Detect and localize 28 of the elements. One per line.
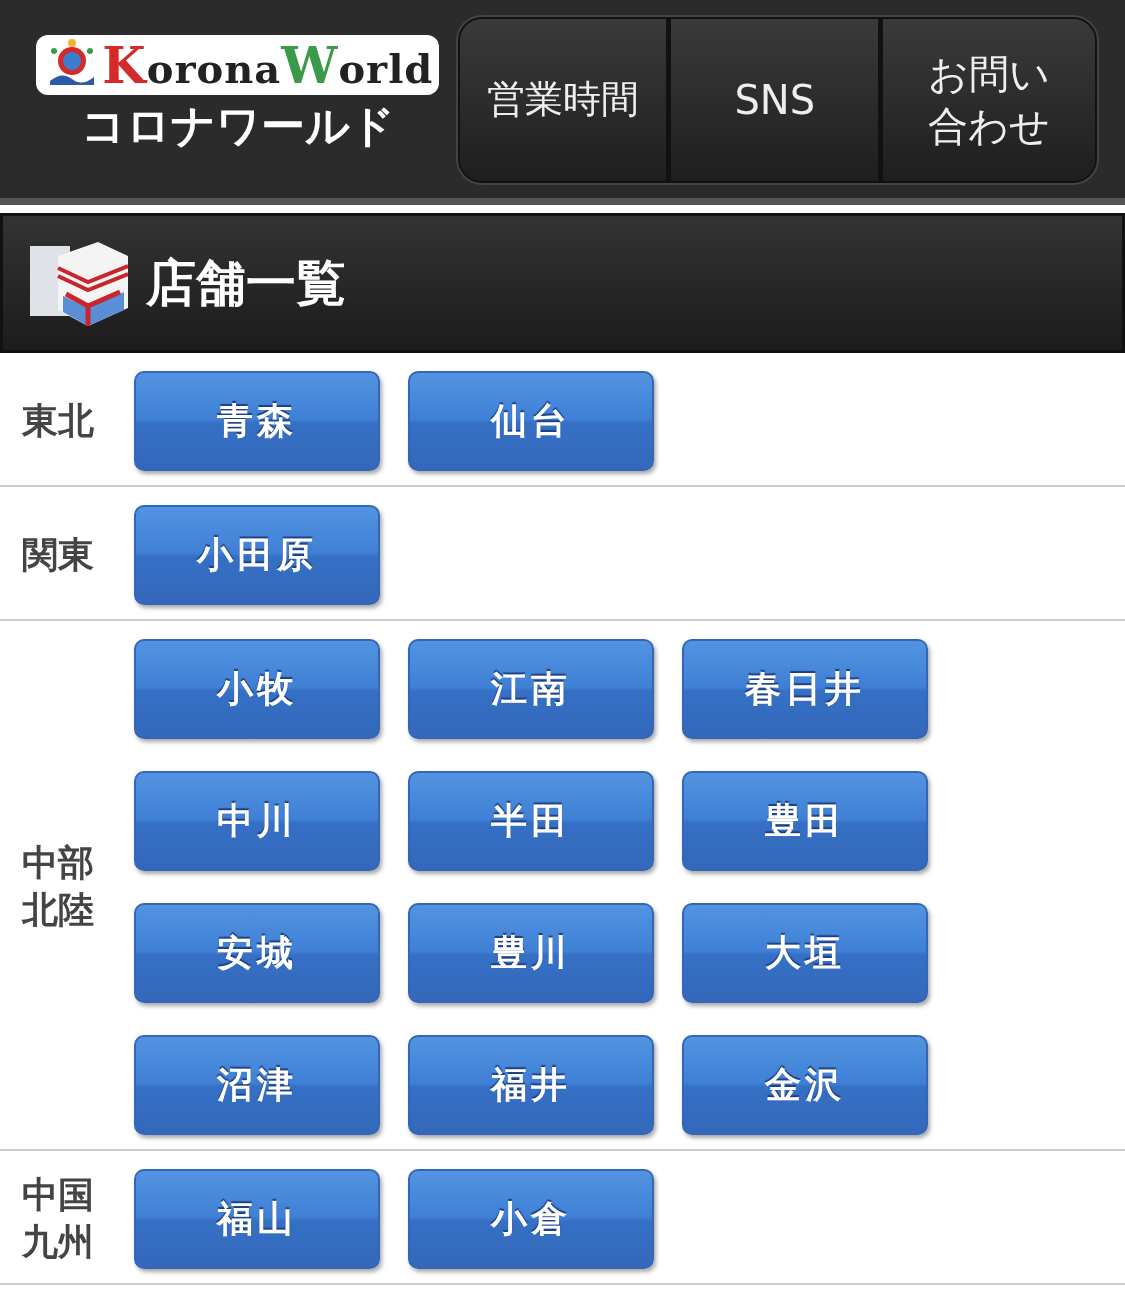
store-button[interactable]: 安城	[134, 903, 380, 1003]
store-button[interactable]: 江南	[408, 639, 654, 739]
region-label: 中部北陸	[22, 841, 94, 932]
logo[interactable]: KoronaWorld コロナワールド	[28, 35, 448, 156]
store-button[interactable]: 福井	[408, 1035, 654, 1135]
nav-button[interactable]: お問い合わせ	[883, 19, 1095, 181]
nav-button[interactable]: 営業時間	[459, 19, 672, 181]
logo-katakana: コロナワールド	[80, 99, 395, 153]
page-title: 店舗一覧	[146, 252, 346, 314]
store-button[interactable]: 金沢	[682, 1035, 928, 1135]
store-button[interactable]: 春日井	[682, 639, 928, 739]
store-button[interactable]: 小田原	[134, 505, 380, 605]
logo-wordmark: KoronaWorld	[102, 35, 434, 95]
store-button[interactable]: 小牧	[134, 639, 380, 739]
store-button[interactable]: 大垣	[682, 903, 928, 1003]
nav-button[interactable]: SNS	[671, 19, 884, 181]
store-button[interactable]: 沼津	[134, 1035, 380, 1135]
region-label: 東北	[22, 398, 94, 443]
store-button[interactable]: 豊田	[682, 771, 928, 871]
store-button[interactable]: 半田	[408, 771, 654, 871]
store-button[interactable]: 福山	[134, 1169, 380, 1269]
store-button[interactable]: 小倉	[408, 1169, 654, 1269]
region-label: 関東	[22, 532, 94, 577]
store-button[interactable]: 中川	[134, 771, 380, 871]
region-label: 中国九州	[22, 1173, 94, 1264]
store-button[interactable]: 青森	[134, 371, 380, 471]
store-button[interactable]: 仙台	[408, 371, 654, 471]
store-button[interactable]: 豊川	[408, 903, 654, 1003]
